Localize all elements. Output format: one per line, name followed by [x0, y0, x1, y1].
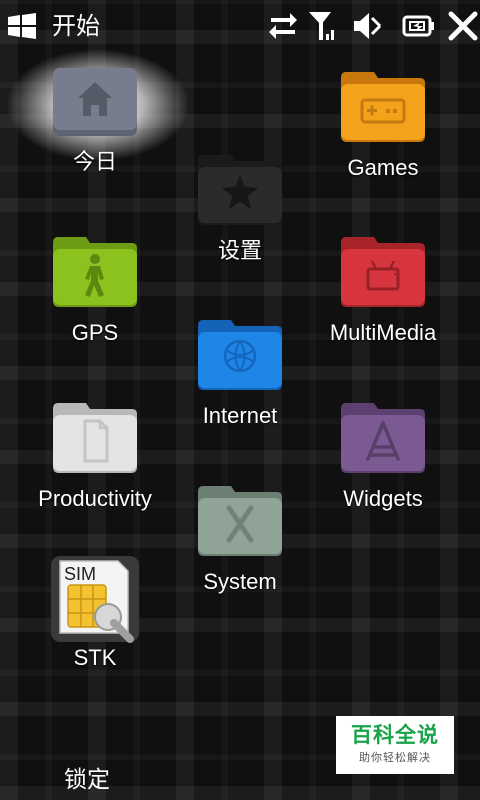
- tile-settings[interactable]: 设置: [170, 155, 310, 263]
- tile-stk[interactable]: SIM STK: [25, 555, 165, 670]
- tile-label: GPS: [71, 320, 119, 345]
- tile-internet[interactable]: Internet: [170, 320, 310, 428]
- tv-icon: [338, 237, 428, 309]
- watermark-main: 百科全说: [351, 724, 439, 747]
- tile-multimedia[interactable]: MultiMedia: [313, 237, 453, 345]
- lock-softkey[interactable]: 锁定: [64, 760, 110, 794]
- windows-start-icon[interactable]: [6, 12, 38, 40]
- tile-widgets[interactable]: Widgets: [313, 403, 453, 511]
- tile-label: Widgets: [343, 486, 423, 511]
- tile-gps[interactable]: GPS: [25, 237, 165, 345]
- tile-productivity[interactable]: Productivity: [25, 403, 165, 511]
- home-icon: [50, 66, 140, 138]
- walker-icon: [50, 237, 140, 309]
- tile-label: 设置: [217, 238, 262, 263]
- tile-label: Games: [347, 155, 419, 180]
- speaker-muted-icon[interactable]: [350, 10, 384, 42]
- tile-label: Internet: [202, 403, 278, 428]
- signal-antenna-icon[interactable]: [306, 10, 340, 42]
- tile-label: Productivity: [38, 486, 152, 511]
- sim-badge: SIM: [64, 564, 96, 584]
- document-icon: [50, 403, 140, 475]
- watermark-sub: 助你轻松解决: [359, 752, 431, 764]
- star-icon: [195, 155, 285, 227]
- globe-icon: [195, 320, 285, 392]
- tile-today[interactable]: 今日: [25, 66, 165, 174]
- tile-label: MultiMedia: [329, 320, 437, 345]
- sync-arrows-icon[interactable]: [266, 10, 300, 42]
- close-icon[interactable]: [446, 10, 480, 42]
- battery-charging-icon[interactable]: [402, 10, 436, 42]
- tile-label: STK: [73, 645, 117, 670]
- gamepad-icon: [338, 72, 428, 144]
- watermark-logo: 百科全说 助你轻松解决: [336, 716, 454, 774]
- x-icon: [195, 486, 285, 558]
- app-a-icon: [338, 403, 428, 475]
- tile-label: System: [203, 569, 277, 594]
- sim-card-icon: SIM: [50, 555, 140, 643]
- tile-system[interactable]: System: [170, 486, 310, 594]
- start-title: 开始: [52, 13, 100, 40]
- tile-games[interactable]: Games: [313, 72, 453, 180]
- tile-label: 今日: [72, 149, 117, 174]
- status-bar: 开始: [0, 0, 480, 52]
